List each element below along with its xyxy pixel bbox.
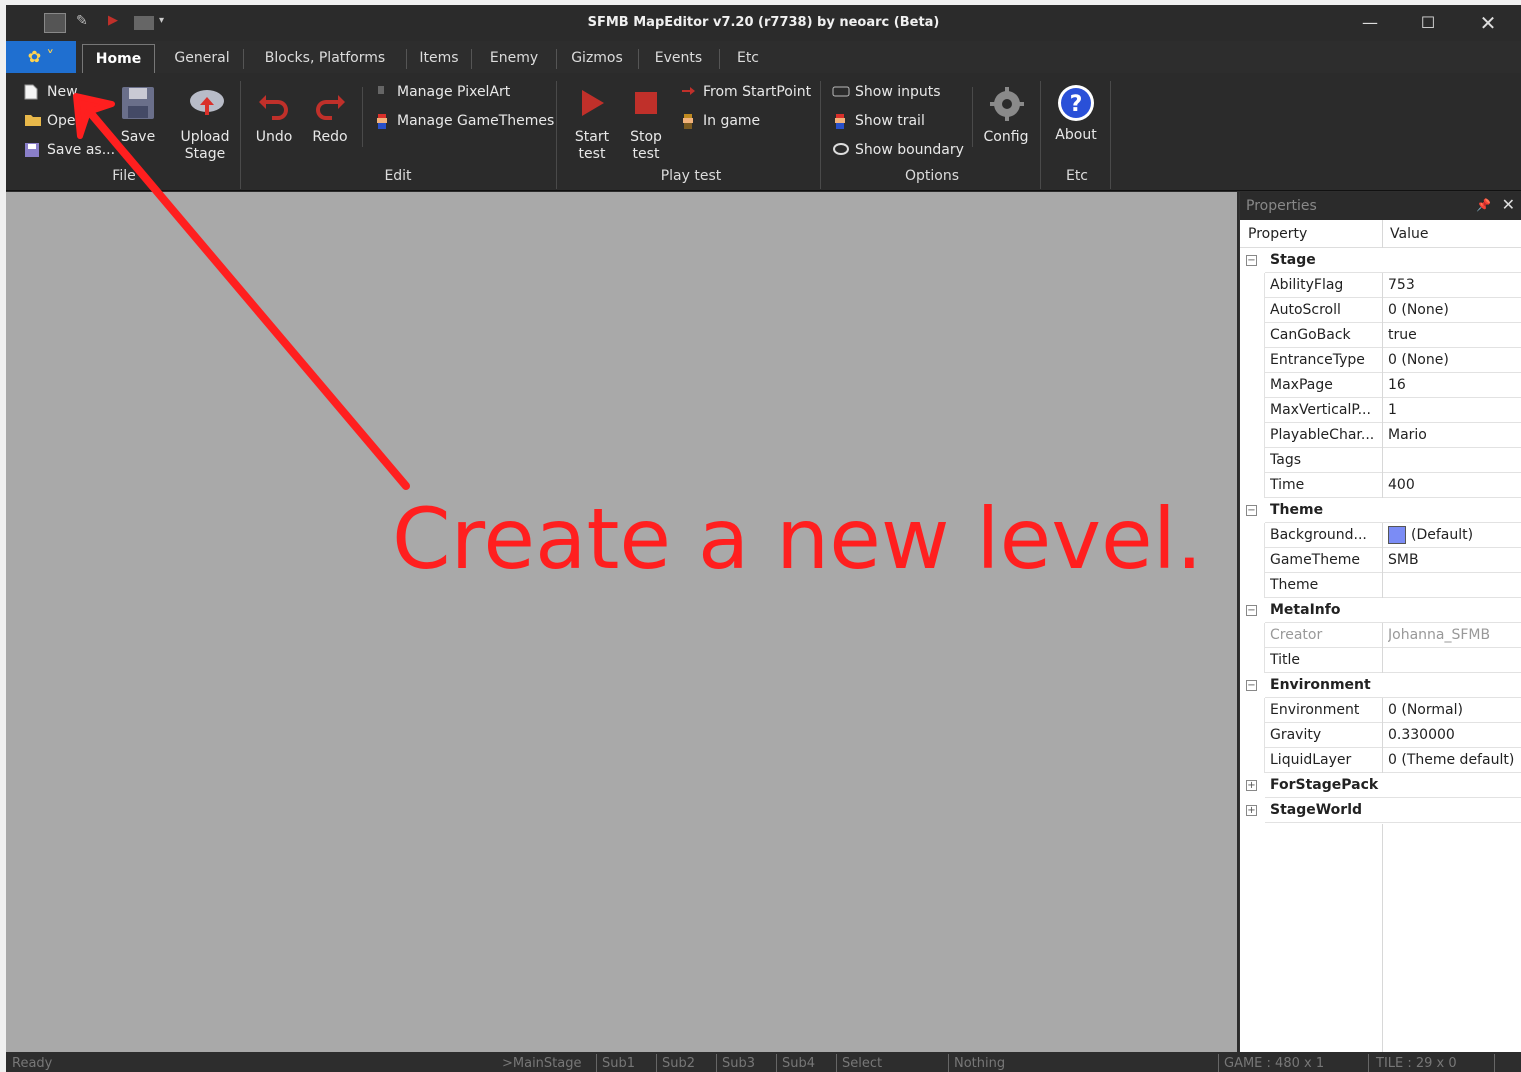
annotation-text: Create a new level. xyxy=(392,490,1203,588)
